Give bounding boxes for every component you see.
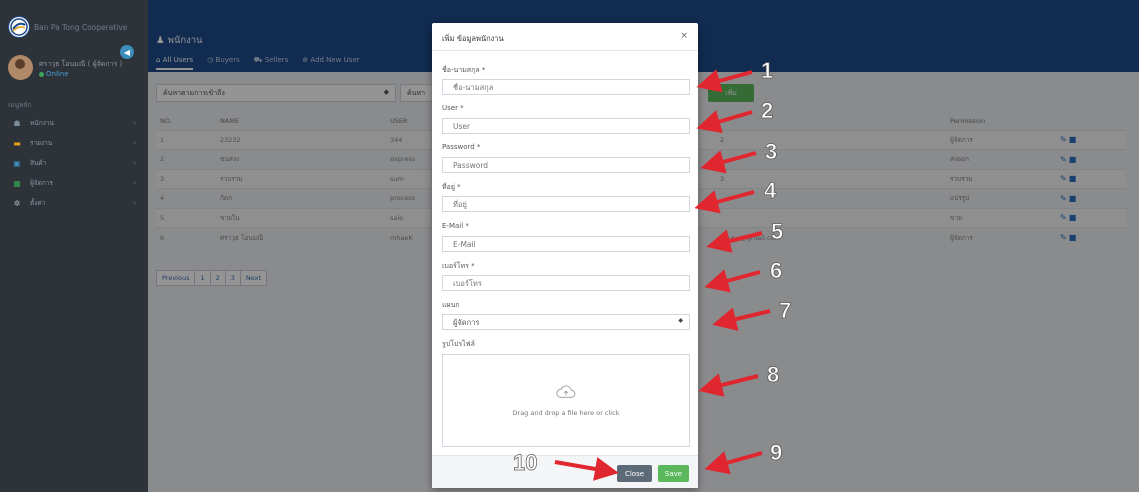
chevron-left-icon: ‹ [133,179,136,187]
department-label: แผนก [442,301,460,309]
chevron-left-icon: ‹ [133,119,136,127]
sidebar-item-label: รายงาน [30,139,53,147]
sidebar: Ban Pa Tong Cooperative ◀ ศราวุธ โอนมณี … [0,0,148,492]
chevron-left-icon: ‹ [133,159,136,167]
modal-footer: Close Save [432,455,698,488]
phone-field[interactable] [442,275,690,291]
caret-icon: ◆ [678,317,683,324]
sidebar-item-reports[interactable]: ▬ รายงาน ‹ [0,134,148,152]
user-panel: ศราวุธ โอนมณี ( ผู้จัดการ ) Online [8,48,140,88]
fullname-field[interactable] [442,79,690,95]
photo-dropzone[interactable]: Drag and drop a file here or click [442,354,690,447]
sidebar-item-label: สินค้า [30,159,47,167]
fullname-label: ชื่อ-นามสกุล * [442,66,486,74]
users-icon: ☗ [13,118,21,128]
email-label: E-Mail * [442,222,469,230]
dropzone-text: Drag and drop a file here or click [512,409,620,417]
address-field[interactable] [442,196,690,212]
chevron-left-icon: ‹ [133,139,136,147]
nav-header: เมนูหลัก [8,101,32,109]
department-select[interactable]: ผู้จัดการ ◆ [442,314,690,330]
brand[interactable]: Ban Pa Tong Cooperative [0,12,148,42]
user-label: User * [442,104,464,112]
user-field[interactable] [442,118,690,134]
cloud-upload-icon [556,385,576,398]
address-label: ที่อยู่ * [442,183,461,191]
cooperative-logo [8,16,30,38]
phone-label: เบอร์โทร * [442,262,475,270]
avatar [8,55,33,80]
brand-name: Ban Pa Tong Cooperative [34,22,128,32]
sidebar-item-products[interactable]: ▣ สินค้า ‹ [0,154,148,172]
department-value: ผู้จัดการ [453,318,480,327]
box-icon: ▣ [13,158,21,168]
close-icon[interactable]: × [680,31,688,41]
sidebar-item-employees[interactable]: ☗ พนักงาน ‹ [0,114,148,132]
password-label: Password * [442,143,481,151]
chevron-left-icon: ‹ [133,199,136,207]
modal-header: เพิ่ม ข้อมูลพนักงาน × [432,23,698,51]
profile-photo-label: รูปโปรไฟล์ [442,340,475,348]
sidebar-item-label: ผู้จัดการ [30,179,53,187]
folder-icon: ▬ [13,138,21,148]
online-status: Online [39,70,69,78]
modal-title: เพิ่ม ข้อมูลพนักงาน [442,34,504,43]
sidebar-item-label: พนักงาน [30,119,54,127]
sidebar-item-managers[interactable]: ▦ ผู้จัดการ ‹ [0,174,148,192]
password-field[interactable] [442,157,690,173]
gear-icon: ✲ [13,198,21,208]
add-employee-modal: เพิ่ม ข้อมูลพนักงาน × ชื่อ-นามสกุล * Use… [432,23,698,488]
user-name: ศราวุธ โอนมณี ( ผู้จัดการ ) [39,60,123,68]
save-button[interactable]: Save [658,465,689,482]
email-field[interactable] [442,236,690,252]
chart-icon: ▦ [13,178,21,188]
sidebar-item-settings[interactable]: ✲ ตั้งค่า ‹ [0,194,148,212]
close-button[interactable]: Close [617,465,652,482]
sidebar-item-label: ตั้งค่า [30,199,46,207]
